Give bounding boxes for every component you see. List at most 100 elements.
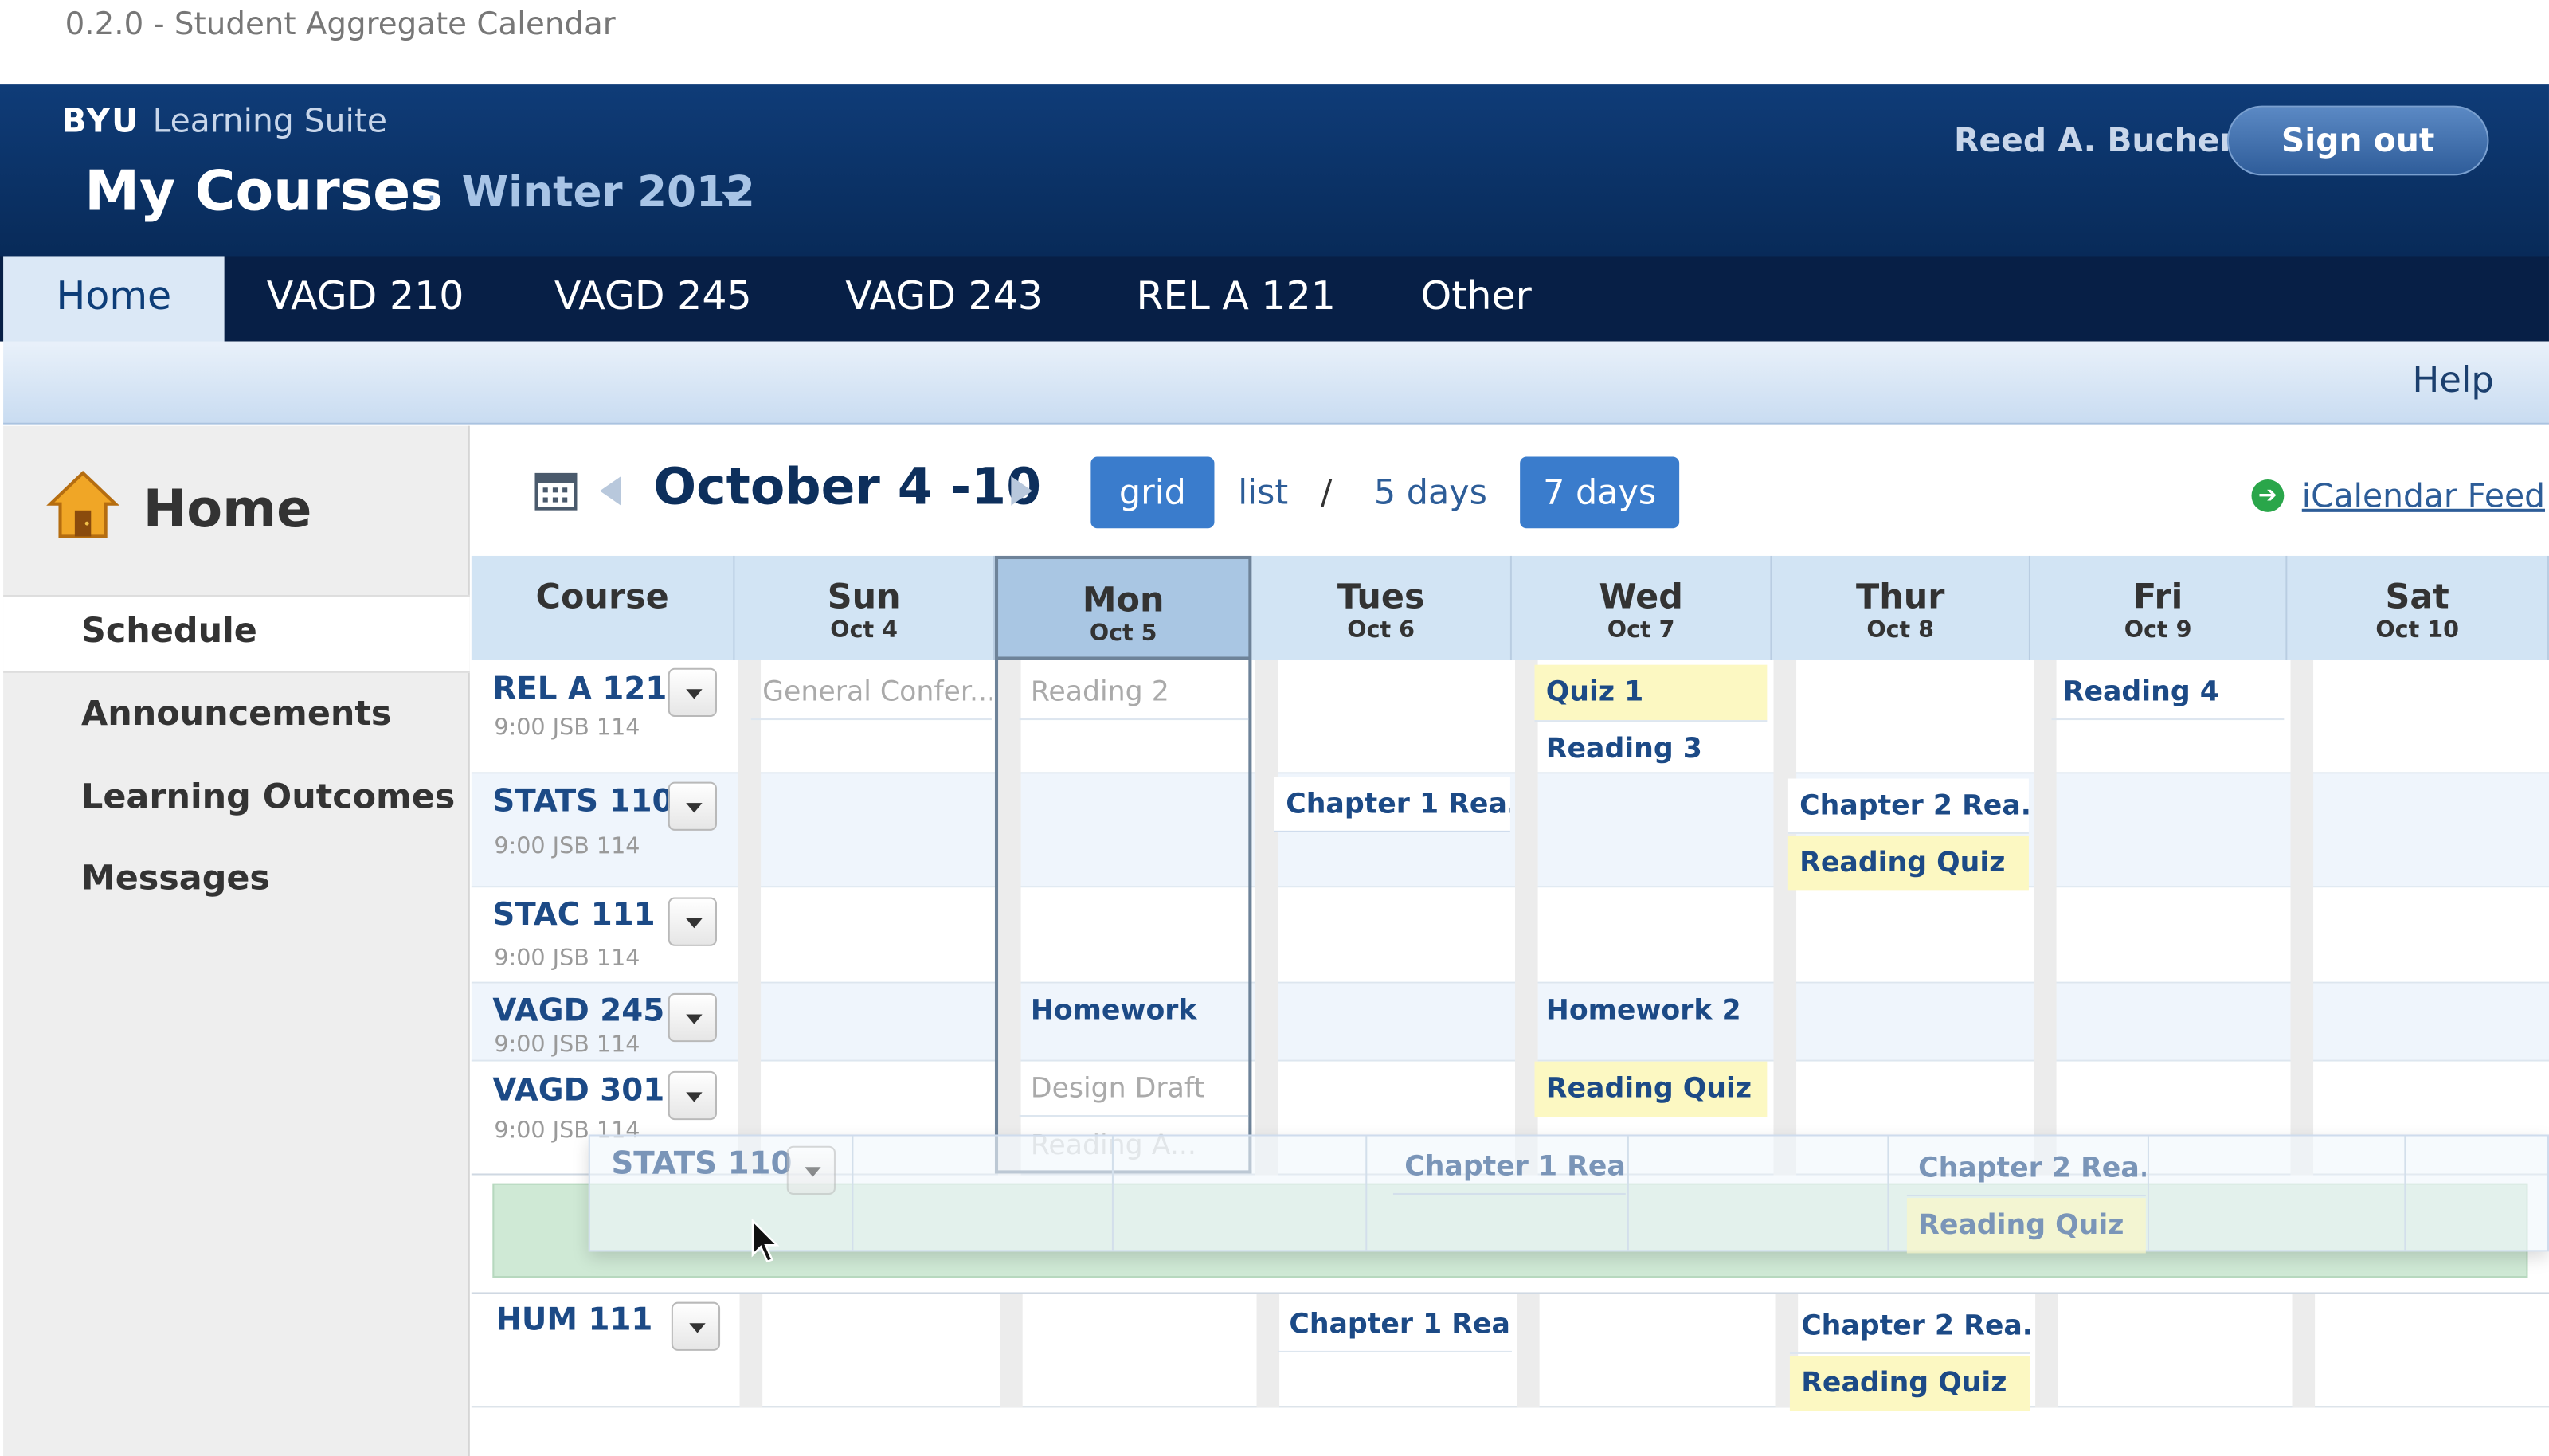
calendar-event[interactable]: Reading Quiz xyxy=(1789,1356,2030,1411)
column-header-sun: Sun Oct 4 xyxy=(734,555,995,660)
ghost-divider xyxy=(2147,1136,2149,1251)
calendar-event[interactable]: Chapter 2 Rea... xyxy=(1789,1299,2030,1354)
tab-vagd-210[interactable]: VAGD 210 xyxy=(267,256,464,341)
ghost-divider xyxy=(1365,1136,1368,1251)
help-link[interactable]: Help xyxy=(2413,361,2494,401)
day-date: Oct 6 xyxy=(1347,617,1415,644)
user-name: Reed A. Bucher xyxy=(1954,120,2236,159)
calendar-icon[interactable] xyxy=(534,472,578,511)
next-week-icon[interactable] xyxy=(1011,476,1032,506)
version-label: 0.2.0 - Student Aggregate Calendar xyxy=(65,6,616,43)
course-dropdown-button[interactable] xyxy=(668,781,717,831)
sidebar-item-learning-outcomes[interactable]: Learning Outcomes xyxy=(81,777,455,816)
tab-home[interactable]: Home xyxy=(3,256,225,342)
sidebar-item-messages[interactable]: Messages xyxy=(81,859,270,898)
course-dropdown-button[interactable] xyxy=(668,992,717,1043)
column-gutter xyxy=(2292,1294,2316,1408)
page-title: My Courses xyxy=(84,159,444,225)
column-gutter xyxy=(2035,1294,2058,1408)
column-header-tue: Tues Oct 6 xyxy=(1251,555,1512,660)
calendar-event[interactable]: Chapter 1 Rea... xyxy=(1274,777,1510,832)
arrow-right-icon[interactable]: ➔ xyxy=(2251,479,2285,512)
calendar-event[interactable]: Reading 3 xyxy=(1534,720,1768,775)
course-time: 9:00 JSB 114 xyxy=(494,945,640,973)
ghost-divider xyxy=(852,1136,854,1251)
day-name: Wed xyxy=(1599,577,1683,616)
column-header-course: Course xyxy=(471,555,735,660)
course-name[interactable]: VAGD 245 xyxy=(492,993,664,1029)
calendar-event[interactable]: Chapter 1 Rea... xyxy=(1278,1297,1512,1352)
column-header-wed: Wed Oct 7 xyxy=(1511,555,1772,660)
course-name[interactable]: STAC 111 xyxy=(492,898,655,933)
day-name: Mon xyxy=(1082,580,1165,620)
day-date: Oct 5 xyxy=(1089,620,1157,648)
course-dropdown-button[interactable] xyxy=(668,1070,717,1121)
day-name: Sat xyxy=(2385,577,2449,616)
calendar-event[interactable]: General Confer... xyxy=(750,665,992,721)
sidebar-item-announcements[interactable]: Announcements xyxy=(81,694,391,733)
sidebar xyxy=(3,425,470,1456)
course-time: 9:00 JSB 114 xyxy=(494,833,640,860)
course-name[interactable]: REL A 121 xyxy=(492,671,667,707)
calendar-event[interactable]: Homework 2 xyxy=(1535,984,1768,1039)
tab-vagd-243[interactable]: VAGD 243 xyxy=(845,256,1043,341)
calendar-event[interactable]: Quiz 1 xyxy=(1534,664,1768,721)
ghost-event: Reading Quiz xyxy=(1906,1198,2146,1254)
column-gutter xyxy=(1255,660,1278,1176)
tab-vagd-245[interactable]: VAGD 245 xyxy=(554,256,752,341)
course-dropdown-button[interactable] xyxy=(668,667,717,717)
tab-other[interactable]: Other xyxy=(1421,256,1532,341)
sidebar-title: Home xyxy=(143,477,312,540)
day-name: Tues xyxy=(1337,577,1425,616)
course-name[interactable]: STATS 110 xyxy=(492,784,673,820)
term-selector[interactable]: Winter 2012 xyxy=(462,169,755,217)
ghost-divider xyxy=(1627,1136,1629,1251)
brand-product: Learning Suite xyxy=(152,100,387,140)
ghost-divider xyxy=(1887,1136,1889,1251)
calendar-event[interactable]: Design Draft xyxy=(1019,1062,1249,1117)
title-separator: · xyxy=(425,178,437,220)
calendar-event[interactable]: Reading 4 xyxy=(2051,665,2285,721)
view-separator: / xyxy=(1321,472,1333,512)
column-gutter xyxy=(1773,660,1797,1176)
calendar-event[interactable]: Reading Quiz xyxy=(1534,1061,1768,1117)
tab-rel-a-121[interactable]: REL A 121 xyxy=(1137,256,1336,341)
sidebar-item-schedule[interactable]: Schedule xyxy=(81,611,257,650)
column-gutter xyxy=(2034,660,2057,1176)
grid-view-button[interactable]: grid xyxy=(1090,456,1215,529)
list-view-button[interactable]: list xyxy=(1229,456,1298,528)
ghost-event: Chapter 1 Rea... xyxy=(1392,1140,1626,1195)
day-name: Sun xyxy=(827,577,901,616)
ghost-divider xyxy=(1111,1136,1114,1251)
calendar-event[interactable]: Reading Quiz xyxy=(1787,835,2029,891)
five-days-button[interactable]: 5 days xyxy=(1368,456,1492,528)
column-header-sat: Sat Oct 10 xyxy=(2287,555,2549,660)
course-dropdown-button[interactable] xyxy=(668,897,717,946)
mouse-cursor-icon xyxy=(751,1219,780,1263)
column-gutter xyxy=(1000,1294,1023,1408)
day-name: Fri xyxy=(2132,577,2183,616)
column-gutter xyxy=(738,660,762,1176)
day-date: Oct 4 xyxy=(830,617,899,644)
calendar-event[interactable]: Chapter 2 Rea... xyxy=(1787,778,2029,834)
icalendar-feed-link[interactable]: iCalendar Feed xyxy=(2302,476,2545,515)
dragged-course-name: STATS 110 xyxy=(611,1145,793,1182)
course-time: 9:00 JSB 114 xyxy=(494,1031,640,1059)
course-name[interactable]: VAGD 301 xyxy=(492,1073,664,1109)
course-time: 9:00 JSB 114 xyxy=(494,714,640,742)
calendar-event[interactable]: Homework xyxy=(1020,984,1249,1039)
day-date: Oct 9 xyxy=(2124,617,2192,644)
previous-week-icon[interactable] xyxy=(600,476,621,506)
course-dropdown-button xyxy=(786,1145,836,1195)
day-date: Oct 7 xyxy=(1607,617,1675,644)
help-bar xyxy=(3,341,2549,425)
course-row xyxy=(471,887,2549,984)
chevron-down-icon[interactable] xyxy=(722,191,742,204)
column-gutter xyxy=(739,1294,763,1408)
seven-days-button[interactable]: 7 days xyxy=(1520,456,1680,529)
course-dropdown-button[interactable] xyxy=(671,1301,721,1351)
course-name[interactable]: HUM 111 xyxy=(495,1302,652,1338)
sign-out-button[interactable]: Sign out xyxy=(2226,105,2489,176)
calendar-event[interactable]: Reading 2 xyxy=(1019,665,1249,721)
column-header-fri: Fri Oct 9 xyxy=(2030,555,2288,660)
